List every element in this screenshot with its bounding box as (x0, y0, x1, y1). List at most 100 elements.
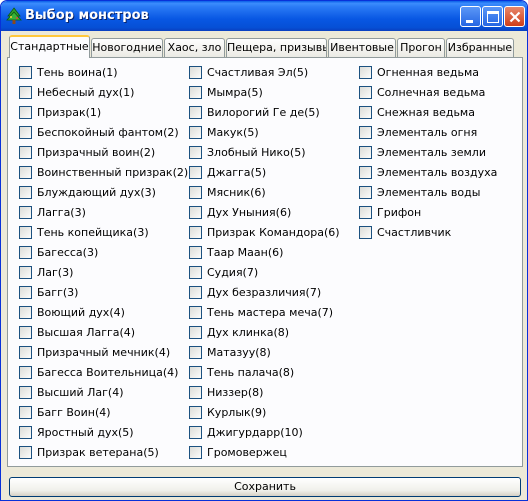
checkbox[interactable] (189, 305, 202, 319)
monster-checkbox-item[interactable]: Матазуу(8) (182, 342, 346, 362)
checkbox[interactable] (189, 125, 202, 139)
checkbox[interactable] (189, 65, 202, 79)
checkbox[interactable] (359, 105, 372, 119)
tab-cave-summons[interactable]: Пещера, призывы (226, 38, 327, 57)
monster-checkbox-item[interactable]: Воинственный призрак(2) (12, 162, 188, 182)
checkbox[interactable] (189, 145, 202, 159)
checkbox[interactable] (19, 165, 32, 179)
monster-checkbox-item[interactable]: Дух клинка(8) (182, 322, 346, 342)
save-button[interactable]: Сохранить (9, 477, 521, 497)
checkbox[interactable] (19, 385, 32, 399)
checkbox[interactable] (19, 245, 32, 259)
checkbox[interactable] (359, 185, 372, 199)
monster-checkbox-item[interactable]: Воющий дух(4) (12, 302, 174, 322)
monster-checkbox-item[interactable]: Тень мастера меча(7) (182, 302, 346, 322)
checkbox[interactable] (19, 405, 32, 419)
monster-checkbox-item[interactable]: Блуждающий дух(3) (12, 182, 174, 202)
monster-checkbox-item[interactable]: Счастливая Эл(5) (182, 62, 346, 82)
monster-checkbox-item[interactable]: Элементаль огня (352, 122, 516, 142)
monster-checkbox-item[interactable]: Снежная ведьма (352, 102, 516, 122)
checkbox[interactable] (189, 205, 202, 219)
monster-checkbox-item[interactable]: Громовержец (182, 442, 346, 462)
checkbox[interactable] (19, 85, 32, 99)
monster-checkbox-item[interactable]: Курлык(9) (182, 402, 346, 422)
title-bar[interactable]: Выбор монстров (1, 1, 527, 31)
tab-run[interactable]: Прогон (397, 38, 445, 57)
monster-checkbox-item[interactable]: Высшая Лагга(4) (12, 322, 174, 342)
checkbox[interactable] (19, 285, 32, 299)
monster-checkbox-item[interactable]: Дух Уныния(6) (182, 202, 346, 222)
checkbox[interactable] (19, 145, 32, 159)
monster-checkbox-item[interactable]: Таар Маан(6) (182, 242, 346, 262)
checkbox[interactable] (19, 425, 32, 439)
checkbox[interactable] (19, 225, 32, 239)
checkbox[interactable] (189, 325, 202, 339)
checkbox[interactable] (189, 265, 202, 279)
checkbox[interactable] (189, 105, 202, 119)
tab-events[interactable]: Ивентовые (328, 38, 396, 57)
monster-checkbox-item[interactable]: Злобный Нико(5) (182, 142, 346, 162)
monster-checkbox-item[interactable]: Высший Лаг(4) (12, 382, 174, 402)
monster-checkbox-item[interactable]: Призрак(1) (12, 102, 174, 122)
checkbox[interactable] (359, 165, 372, 179)
checkbox[interactable] (189, 445, 202, 459)
checkbox[interactable] (189, 345, 202, 359)
monster-checkbox-item[interactable]: Призрак Командора(6) (182, 222, 346, 242)
monster-checkbox-item[interactable]: Призрачный мечник(4) (12, 342, 174, 362)
checkbox[interactable] (189, 365, 202, 379)
monster-checkbox-item[interactable]: Огненная ведьма (352, 62, 516, 82)
monster-checkbox-item[interactable]: Лагга(3) (12, 202, 174, 222)
checkbox[interactable] (189, 85, 202, 99)
checkbox[interactable] (19, 205, 32, 219)
tab-chaos-evil[interactable]: Хаос, зло (164, 38, 225, 57)
monster-checkbox-item[interactable]: Элементаль земли (352, 142, 516, 162)
monster-checkbox-item[interactable]: Небесный дух(1) (12, 82, 174, 102)
monster-checkbox-item[interactable]: Солнечная ведьма (352, 82, 516, 102)
checkbox[interactable] (19, 445, 32, 459)
monster-checkbox-item[interactable]: Мымра(5) (182, 82, 346, 102)
checkbox[interactable] (359, 65, 372, 79)
monster-checkbox-item[interactable]: Дух безразличия(7) (182, 282, 346, 302)
tab-new-year[interactable]: Новогодние (91, 38, 163, 57)
checkbox[interactable] (359, 125, 372, 139)
checkbox[interactable] (189, 285, 202, 299)
checkbox[interactable] (359, 225, 372, 239)
minimize-button[interactable] (460, 6, 481, 27)
monster-checkbox-item[interactable]: Тень палача(8) (182, 362, 346, 382)
checkbox[interactable] (19, 105, 32, 119)
monster-checkbox-item[interactable]: Багг Воин(4) (12, 402, 174, 422)
monster-checkbox-item[interactable]: Тень воина(1) (12, 62, 174, 82)
monster-checkbox-item[interactable]: Элементаль воды (352, 182, 516, 202)
monster-checkbox-item[interactable]: Джигурдарр(10) (182, 422, 346, 442)
checkbox[interactable] (19, 365, 32, 379)
monster-checkbox-item[interactable]: Низзер(8) (182, 382, 346, 402)
checkbox[interactable] (189, 225, 202, 239)
checkbox[interactable] (19, 305, 32, 319)
checkbox[interactable] (189, 185, 202, 199)
monster-checkbox-item[interactable]: Беспокойный фантом(2) (12, 122, 179, 142)
monster-checkbox-item[interactable]: Тень копейщика(3) (12, 222, 174, 242)
monster-checkbox-item[interactable]: Джагга(5) (182, 162, 346, 182)
checkbox[interactable] (19, 325, 32, 339)
monster-checkbox-item[interactable]: Призрачный воин(2) (12, 142, 174, 162)
monster-checkbox-item[interactable]: Багг(3) (12, 282, 174, 302)
checkbox[interactable] (359, 145, 372, 159)
monster-checkbox-item[interactable]: Судия(7) (182, 262, 346, 282)
maximize-button[interactable] (482, 6, 503, 27)
monster-checkbox-item[interactable]: Макук(5) (182, 122, 346, 142)
checkbox[interactable] (189, 245, 202, 259)
checkbox[interactable] (19, 265, 32, 279)
monster-checkbox-item[interactable]: Элементаль воздуха (352, 162, 516, 182)
checkbox[interactable] (189, 405, 202, 419)
monster-checkbox-item[interactable]: Яростный дух(5) (12, 422, 174, 442)
monster-checkbox-item[interactable]: Багесса Воительница(4) (12, 362, 178, 382)
checkbox[interactable] (19, 125, 32, 139)
checkbox[interactable] (19, 345, 32, 359)
monster-checkbox-item[interactable]: Лаг(3) (12, 262, 174, 282)
monster-checkbox-item[interactable]: Багесса(3) (12, 242, 174, 262)
monster-checkbox-item[interactable]: Грифон (352, 202, 516, 222)
monster-checkbox-item[interactable]: Вилорогий Ге де(5) (182, 102, 346, 122)
checkbox[interactable] (189, 425, 202, 439)
checkbox[interactable] (359, 85, 372, 99)
tab-standard[interactable]: Стандартные (9, 35, 90, 58)
